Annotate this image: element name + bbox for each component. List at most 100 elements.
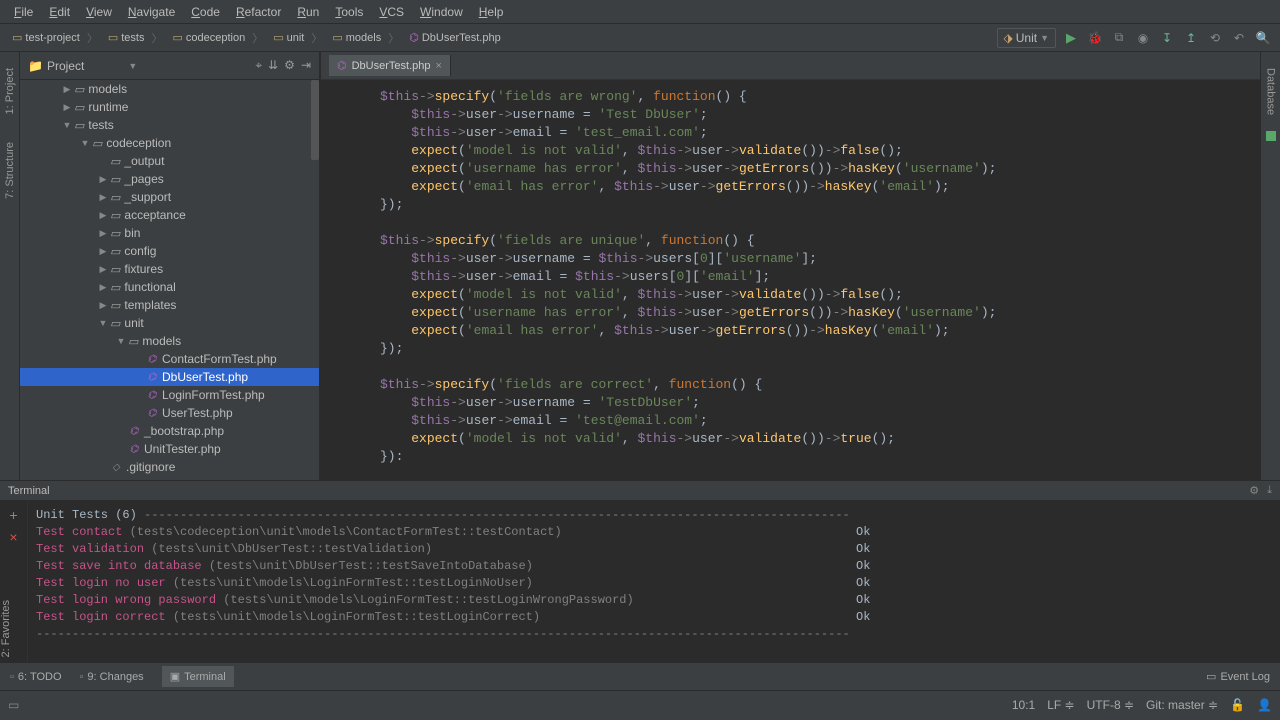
test-result-line: Test login wrong password (tests\unit\mo… [36, 592, 1272, 609]
status-field[interactable]: 10:1 [1012, 698, 1035, 712]
folder-node[interactable]: ▶▭config [20, 242, 319, 260]
gear-icon[interactable]: ⚙ [284, 58, 295, 73]
breadcrumb-item[interactable]: ▭ test-project〉 [8, 28, 102, 48]
editor-area: ⌬ DbUserTest.php × $this->specify('field… [320, 52, 1260, 480]
project-tree[interactable]: ▶▭models▶▭runtime▼▭tests▼▭codeception▭_o… [20, 80, 319, 480]
test-result-line: Test contact (tests\codeception\unit\mod… [36, 524, 1272, 541]
menu-code[interactable]: Code [185, 3, 226, 21]
vcs-commit-icon[interactable]: ↥ [1182, 29, 1200, 47]
statusbar: ▭ 10:1 LF ≑ UTF-8 ≑ Git: master ≑ 🔓 👤 [0, 690, 1280, 718]
coverage-icon[interactable]: ⧉ [1110, 29, 1128, 47]
folder-node[interactable]: ▶▭fixtures [20, 260, 319, 278]
file-node[interactable]: ⌬LoginFormTest.php [20, 386, 319, 404]
menu-vcs[interactable]: VCS [373, 3, 410, 21]
menu-window[interactable]: Window [414, 3, 469, 21]
menubar: FileEditViewNavigateCodeRefactorRunTools… [0, 0, 1280, 24]
close-icon[interactable]: × [435, 60, 441, 72]
search-icon[interactable]: 🔍 [1254, 29, 1272, 47]
terminal-header: Terminal ⚙ ⤓ [0, 481, 1280, 501]
folder-node[interactable]: ▼▭unit [20, 314, 319, 332]
editor-tabs: ⌬ DbUserTest.php × [320, 52, 1260, 80]
vcs-update-icon[interactable]: ↧ [1158, 29, 1176, 47]
project-title: Project [47, 59, 84, 73]
run-config-label: Unit [1016, 31, 1037, 45]
left-tool-gutter: 1: Project 7: Structure [0, 52, 20, 480]
right-tool-gutter: Database [1260, 52, 1280, 480]
test-result-line: Test login correct (tests\unit\models\Lo… [36, 609, 1272, 626]
folder-node[interactable]: ▶▭_support [20, 188, 319, 206]
favorites-gutter: 2: Favorites [0, 600, 20, 660]
file-node[interactable]: ⌬ContactFormTest.php [20, 350, 319, 368]
close-icon[interactable]: × [9, 529, 17, 545]
breadcrumb-item[interactable]: ⌬ DbUserTest.php [405, 29, 504, 46]
collapse-all-icon[interactable]: ⇊ [268, 58, 278, 73]
tool-tab[interactable]: ▣ Terminal [162, 666, 234, 687]
project-tool-tab[interactable]: 1: Project [2, 60, 18, 122]
status-field[interactable]: UTF-8 ≑ [1087, 698, 1134, 712]
add-icon[interactable]: + [9, 507, 17, 523]
folder-node[interactable]: ▼▭tests [20, 116, 319, 134]
menu-help[interactable]: Help [473, 3, 510, 21]
database-tool-tab[interactable]: Database [1263, 60, 1279, 123]
download-icon[interactable]: ⤓ [1267, 484, 1272, 497]
status-field[interactable]: Git: master ≑ [1146, 698, 1218, 712]
folder-node[interactable]: ▶▭runtime [20, 98, 319, 116]
breadcrumb-item[interactable]: ▭ tests〉 [104, 28, 167, 48]
menu-navigate[interactable]: Navigate [122, 3, 181, 21]
folder-node[interactable]: ▶▭acceptance [20, 206, 319, 224]
menu-file[interactable]: File [8, 3, 39, 21]
php-file-icon: ⌬ [337, 59, 347, 72]
debug-button[interactable]: 🐞 [1086, 29, 1104, 47]
menu-run[interactable]: Run [291, 3, 325, 21]
stop-icon[interactable]: ◉ [1134, 29, 1152, 47]
event-log-button[interactable]: ▭ Event Log [1206, 670, 1270, 683]
folder-node[interactable]: ▶▭_pages [20, 170, 319, 188]
menu-refactor[interactable]: Refactor [230, 3, 287, 21]
tool-tab[interactable]: ▫ 6: TODO [10, 671, 62, 683]
scroll-from-icon[interactable]: ⌖ [255, 58, 262, 73]
status-field[interactable]: LF ≑ [1047, 698, 1074, 712]
lock-icon[interactable]: 🔓 [1230, 698, 1245, 712]
breadcrumb-item[interactable]: ▭ models〉 [328, 28, 403, 48]
tree-scrollbar[interactable] [311, 80, 319, 160]
file-node[interactable]: ⌬UnitTester.php [20, 440, 319, 458]
chevron-down-icon[interactable]: ▼ [128, 61, 137, 71]
breadcrumb-item[interactable]: ▭ unit〉 [269, 28, 326, 48]
vcs-revert-icon[interactable]: ↶ [1230, 29, 1248, 47]
terminal-body: + × Unit Tests (6) ---------------------… [0, 501, 1280, 662]
folder-icon: 📁 [28, 59, 43, 73]
terminal-title: Terminal [8, 485, 50, 497]
editor-tab-active[interactable]: ⌬ DbUserTest.php × [329, 55, 451, 76]
file-node[interactable]: ◇.gitignore [20, 458, 319, 476]
vcs-history-icon[interactable]: ⟲ [1206, 29, 1224, 47]
folder-node[interactable]: ▼▭codeception [20, 134, 319, 152]
run-config-selector[interactable]: ⬗ Unit ▼ [997, 28, 1057, 48]
project-header: 📁 Project ▼ ⌖ ⇊ ⚙ ⇥ [20, 52, 319, 80]
file-node[interactable]: ⌬DbUserTest.php [20, 368, 319, 386]
file-node[interactable]: ⌬bootstrap.php [20, 476, 319, 480]
file-node[interactable]: ⌬UserTest.php [20, 404, 319, 422]
structure-tool-tab[interactable]: 7: Structure [2, 134, 18, 207]
breadcrumb-item[interactable]: ▭ codeception〉 [168, 28, 267, 48]
folder-node[interactable]: ▭_output [20, 152, 319, 170]
inspector-icon[interactable]: 👤 [1257, 698, 1272, 712]
favorites-tool-tab[interactable]: 2: Favorites [0, 600, 12, 657]
menu-edit[interactable]: Edit [43, 3, 76, 21]
gear-icon[interactable]: ⚙ [1249, 484, 1259, 497]
status-icon[interactable]: ▭ [8, 698, 19, 712]
breadcrumbs: ▭ test-project〉▭ tests〉▭ codeception〉▭ u… [8, 28, 505, 48]
hide-icon[interactable]: ⇥ [301, 58, 311, 73]
folder-node[interactable]: ▶▭templates [20, 296, 319, 314]
run-button[interactable]: ▶ [1062, 29, 1080, 47]
folder-node[interactable]: ▶▭models [20, 80, 319, 98]
terminal-output[interactable]: Unit Tests (6) -------------------------… [28, 501, 1280, 662]
file-node[interactable]: ⌬_bootstrap.php [20, 422, 319, 440]
code-editor[interactable]: $this->specify('fields are wrong', funct… [320, 80, 1260, 480]
folder-node[interactable]: ▼▭models [20, 332, 319, 350]
menu-view[interactable]: View [80, 3, 118, 21]
bottom-tool-tabs: ▫ 6: TODO ▫ 9: Changes ▣ Terminal ▭ Event … [0, 662, 1280, 690]
folder-node[interactable]: ▶▭functional [20, 278, 319, 296]
folder-node[interactable]: ▶▭bin [20, 224, 319, 242]
tool-tab[interactable]: ▫ 9: Changes [80, 671, 144, 683]
menu-tools[interactable]: Tools [329, 3, 369, 21]
